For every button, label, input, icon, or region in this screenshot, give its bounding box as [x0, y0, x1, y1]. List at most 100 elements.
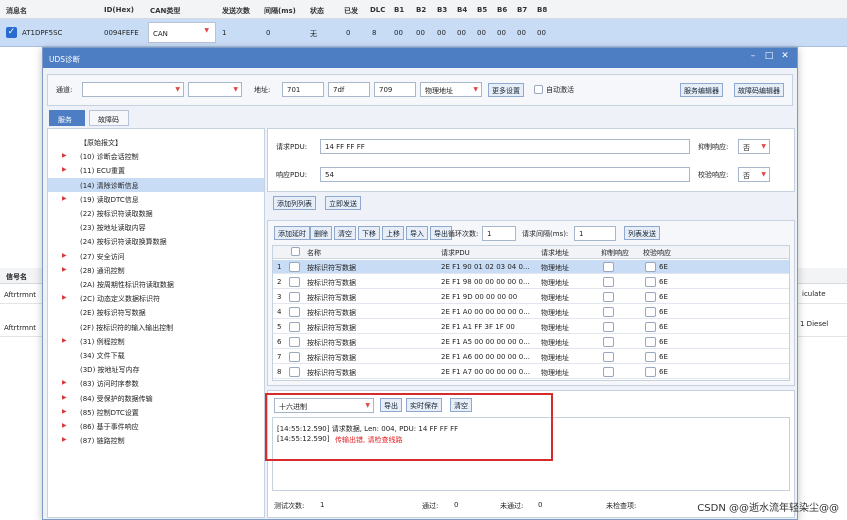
baud-select[interactable]: ▼: [188, 82, 242, 97]
tree-item[interactable]: ▶ (85) 控制DTC设置: [48, 405, 264, 419]
expand-arrow-icon[interactable]: ▶: [62, 195, 67, 202]
suppress-checkbox[interactable]: [603, 262, 614, 272]
row-checkbox[interactable]: [289, 322, 300, 332]
grid-row[interactable]: 8 按标识符写数据 2E F1 A7 00 00 00 00 0... 物理地址 6E: [273, 365, 789, 379]
grid-row[interactable]: 3 按标识符写数据 2E F1 9D 00 00 00 00 物理地址 6E: [273, 290, 789, 304]
verify-checkbox[interactable]: [645, 352, 656, 362]
fault-editor-button[interactable]: 故障码编辑器: [734, 83, 784, 97]
grid-row[interactable]: 7 按标识符写数据 2E F1 A6 00 00 00 00 0... 物理地址 6E: [273, 350, 789, 364]
expand-arrow-icon[interactable]: ▶: [62, 166, 67, 173]
tree-item[interactable]: 【原始报文】: [48, 135, 264, 149]
verify-checkbox[interactable]: [645, 322, 656, 332]
grid-row[interactable]: 5 按标识符写数据 2E F1 A1 FF 3F 1F 00 物理地址 6E: [273, 320, 789, 334]
expand-arrow-icon[interactable]: ▶: [62, 436, 67, 443]
tree-item[interactable]: ▶ (84) 受保护的数据传输: [48, 391, 264, 405]
request-interval-input[interactable]: 1: [574, 226, 616, 241]
expand-arrow-icon[interactable]: ▶: [62, 379, 67, 386]
list-tool-button[interactable]: 清空: [334, 226, 356, 240]
tree-item[interactable]: ▶ (31) 例程控制: [48, 334, 264, 348]
row-checkbox[interactable]: [289, 352, 300, 362]
verify-checkbox[interactable]: [645, 367, 656, 377]
expand-arrow-icon[interactable]: ▶: [62, 408, 67, 415]
verify-checkbox[interactable]: [645, 307, 656, 317]
tree-item[interactable]: ▶ (2C) 动态定义数据标识符: [48, 291, 264, 305]
send-now-button[interactable]: 立即发送: [325, 196, 361, 210]
auto-keepalive-checkbox[interactable]: [534, 85, 543, 94]
expand-arrow-icon[interactable]: ▶: [62, 422, 67, 429]
list-tool-button[interactable]: 添加延时: [274, 226, 310, 240]
request-pdu-input[interactable]: 14 FF FF FF: [320, 139, 690, 154]
row-checkbox[interactable]: [289, 262, 300, 272]
suppress-checkbox[interactable]: [603, 367, 614, 377]
expand-arrow-icon[interactable]: ▶: [62, 294, 67, 301]
can-type-select[interactable]: CAN ▼: [148, 22, 216, 43]
row-checkbox[interactable]: [289, 367, 300, 377]
tree-item[interactable]: (3D) 按地址写内存: [48, 362, 264, 376]
suppress-checkbox[interactable]: [603, 307, 614, 317]
tree-item[interactable]: ▶ (83) 访问时序参数: [48, 376, 264, 390]
tab-fault-code[interactable]: 故障码: [89, 110, 129, 126]
verify-select[interactable]: 否 ▼: [738, 167, 770, 182]
tree-item[interactable]: ▶ (10) 诊断会话控制: [48, 149, 264, 163]
tab-service[interactable]: 服务: [49, 110, 85, 126]
verify-checkbox[interactable]: [645, 292, 656, 302]
service-editor-button[interactable]: 服务编辑器: [680, 83, 723, 97]
tree-item[interactable]: ▶ (86) 基于事件响应: [48, 419, 264, 433]
suppress-checkbox[interactable]: [603, 322, 614, 332]
tree-item[interactable]: (2F) 按标识符的输入输出控制: [48, 320, 264, 334]
tree-item[interactable]: (22) 按标识符读取数据: [48, 206, 264, 220]
expand-arrow-icon[interactable]: ▶: [62, 337, 67, 344]
tree-item[interactable]: ▶ (19) 读取DTC信息: [48, 192, 264, 206]
tree-item[interactable]: ▶ (27) 安全访问: [48, 249, 264, 263]
maximize-icon[interactable]: □: [763, 51, 775, 61]
tree-item[interactable]: ▶ (11) ECU重置: [48, 163, 264, 177]
suppress-checkbox[interactable]: [603, 277, 614, 287]
verify-checkbox[interactable]: [645, 337, 656, 347]
message-row[interactable]: ✓ AT1DPF5SC 0094FEFE CAN ▼ 1 0 无 0 8 00 0…: [0, 19, 847, 47]
list-tool-button[interactable]: 导入: [406, 226, 428, 240]
address-input-2[interactable]: 7df: [328, 82, 370, 97]
list-tool-button[interactable]: 删除: [310, 226, 332, 240]
expand-arrow-icon[interactable]: ▶: [62, 152, 67, 159]
row-checkbox[interactable]: ✓: [6, 27, 17, 38]
tree-item[interactable]: (2E) 按标识符写数据: [48, 305, 264, 319]
verify-checkbox[interactable]: [645, 277, 656, 287]
dialog-titlebar[interactable]: UDS诊断 – □ ✕: [43, 48, 797, 68]
grid-row[interactable]: 1 按标识符写数据 2E F1 90 01 02 03 04 0... 物理地址 6E: [273, 260, 789, 274]
row-checkbox[interactable]: [289, 277, 300, 287]
response-pdu-input[interactable]: 54: [320, 167, 690, 182]
grid-row[interactable]: 2 按标识符写数据 2E F1 98 00 00 00 00 0... 物理地址 6E: [273, 275, 789, 289]
row-checkbox[interactable]: [289, 337, 300, 347]
suppress-select[interactable]: 否 ▼: [738, 139, 770, 154]
close-icon[interactable]: ✕: [779, 51, 791, 61]
tree-item[interactable]: (34) 文件下载: [48, 348, 264, 362]
suppress-checkbox[interactable]: [603, 337, 614, 347]
add-to-list-button[interactable]: 添加列列表: [273, 196, 316, 210]
suppress-checkbox[interactable]: [603, 352, 614, 362]
address-type-select[interactable]: 物理地址 ▼: [420, 82, 482, 97]
list-tool-button[interactable]: 上移: [382, 226, 404, 240]
expand-arrow-icon[interactable]: ▶: [62, 266, 67, 273]
tree-item[interactable]: ▶ (28) 通讯控制: [48, 263, 264, 277]
tree-item[interactable]: (2A) 按周期性标识符读取数据: [48, 277, 264, 291]
expand-arrow-icon[interactable]: ▶: [62, 252, 67, 259]
select-all-checkbox[interactable]: [291, 247, 300, 256]
more-settings-button[interactable]: 更多设置: [488, 83, 524, 97]
list-send-button[interactable]: 列表发送: [624, 226, 660, 240]
verify-checkbox[interactable]: [645, 262, 656, 272]
address-input-3[interactable]: 709: [374, 82, 416, 97]
tree-item[interactable]: (14) 清除诊断信息: [48, 177, 264, 192]
tree-item[interactable]: (24) 按标识符读取换算数据: [48, 234, 264, 248]
row-checkbox[interactable]: [289, 292, 300, 302]
list-tool-button[interactable]: 下移: [358, 226, 380, 240]
tree-item[interactable]: (23) 按地址读取内容: [48, 220, 264, 234]
channel-select[interactable]: ▼: [82, 82, 184, 97]
minimize-icon[interactable]: –: [747, 51, 759, 61]
expand-arrow-icon[interactable]: ▶: [62, 394, 67, 401]
grid-row[interactable]: 6 按标识符写数据 2E F1 A5 00 00 00 00 0... 物理地址 6E: [273, 335, 789, 349]
suppress-checkbox[interactable]: [603, 292, 614, 302]
tree-item[interactable]: ▶ (87) 链路控制: [48, 433, 264, 447]
address-input-1[interactable]: 701: [282, 82, 324, 97]
loop-count-input[interactable]: 1: [482, 226, 516, 241]
row-checkbox[interactable]: [289, 307, 300, 317]
